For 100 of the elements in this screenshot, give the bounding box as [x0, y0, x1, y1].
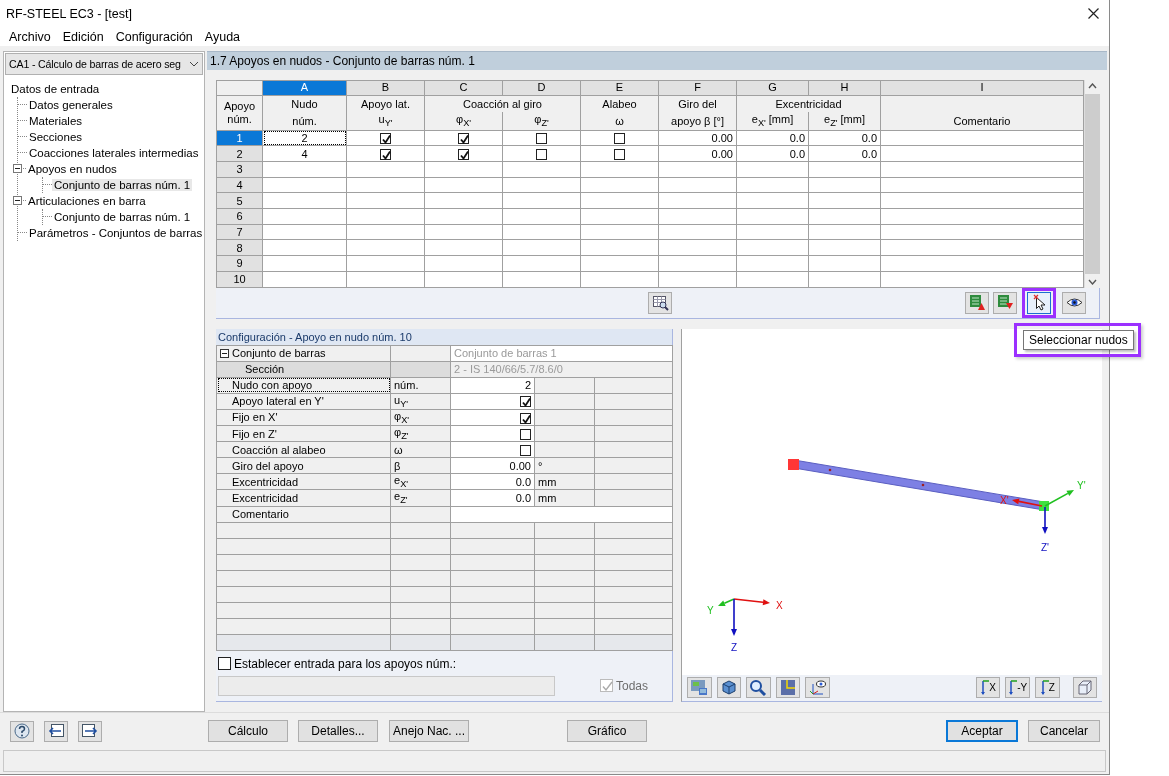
menu-item[interactable]: Ayuda [198, 29, 247, 44]
window-left-arrow-icon [47, 723, 65, 740]
column-header[interactable]: B [346, 80, 425, 96]
checkbox[interactable] [520, 444, 531, 456]
case-dropdown[interactable]: CA1 - Cálculo de barras de acero seg [5, 52, 203, 75]
property-value: Conjunto de barras 1 [450, 345, 673, 362]
column-header: núm. [262, 112, 347, 131]
checkbox[interactable] [520, 428, 531, 440]
panel-title: Configuración - Apoyo en nudo núm. 10 [216, 328, 672, 345]
checkbox[interactable] [536, 133, 547, 145]
chevron-up-icon [1088, 82, 1097, 89]
axis-label: Y' [1077, 479, 1086, 491]
checkbox[interactable] [458, 149, 469, 160]
icon-button[interactable] [10, 720, 34, 742]
dialog-button[interactable]: Cálculo [208, 720, 288, 743]
tree-item[interactable]: Materiales [27, 114, 85, 127]
display-settings-icon [690, 679, 709, 697]
toolbar-button[interactable] [716, 677, 742, 699]
chevron-down-icon [189, 60, 199, 67]
column-header[interactable]: I [880, 80, 1084, 96]
tree-item[interactable]: Datos de entrada [9, 82, 102, 95]
checkbox[interactable] [458, 133, 469, 145]
checkbox-label: Todas [616, 678, 649, 693]
column-header: Comentario [880, 112, 1084, 131]
column-header[interactable]: F [658, 80, 737, 96]
panel-icon [778, 679, 797, 697]
window-right-arrow-icon [81, 723, 99, 740]
tree-item[interactable]: Conjunto de barras núm. 1 [52, 178, 193, 191]
zoom-icon [749, 679, 768, 697]
section-header: 1.7 Apoyos en nudos - Conjunto de barras núm. 1 [207, 50, 1107, 70]
dialog-button[interactable]: Aceptar [946, 720, 1018, 743]
property-label: Conjunto de barras [232, 347, 326, 360]
view-button[interactable]: -Y [1005, 677, 1030, 699]
column-header[interactable]: C [424, 80, 503, 96]
column-header[interactable]: H [808, 80, 881, 96]
checkbox[interactable] [520, 412, 531, 424]
toolbar-button[interactable] [648, 291, 672, 314]
checkbox[interactable] [380, 133, 391, 145]
spreadsheet-arrow-icon [996, 294, 1014, 312]
view-button[interactable]: Z [1034, 677, 1060, 699]
column-header: φ$_{Z'}$ [502, 112, 581, 131]
tree-item[interactable]: Articulaciones en barra [26, 194, 148, 207]
axis-label: X' [1000, 494, 1009, 506]
checkbox[interactable] [380, 149, 391, 160]
checkbox[interactable] [218, 657, 231, 670]
scrollbar[interactable] [1084, 79, 1100, 288]
support-marker [788, 458, 799, 470]
dialog-button[interactable]: Gráfico [567, 720, 647, 743]
icon-button[interactable] [44, 720, 68, 742]
view-button[interactable]: X [975, 677, 1001, 699]
collapse-icon[interactable] [220, 348, 229, 358]
tooltip: Seleccionar nudos [1023, 329, 1134, 350]
checkbox[interactable] [614, 149, 625, 160]
dialog-button[interactable]: Cancelar [1028, 720, 1100, 743]
tree-item[interactable]: Datos generales [27, 98, 115, 111]
collapse-icon[interactable] [13, 196, 22, 206]
axis-label: X [776, 599, 783, 611]
table-search-icon [651, 294, 669, 312]
column-header: u$_{Y'}$ [346, 112, 425, 131]
checkbox[interactable] [614, 133, 625, 145]
help-icon [13, 722, 31, 741]
tree-item[interactable]: Coacciones laterales intermedias [27, 146, 201, 159]
tree-item[interactable]: Conjunto de barras núm. 1 [52, 210, 193, 223]
checkbox[interactable] [536, 149, 547, 160]
tree-item[interactable]: Secciones [27, 130, 85, 143]
axes-icon [980, 679, 990, 697]
box-icon [719, 679, 738, 697]
column-header: e$_{Z'}$ [mm] [808, 112, 881, 131]
cube-icon [1075, 679, 1094, 697]
column-header: ω [580, 112, 659, 131]
tree-item[interactable]: Parámetros - Conjuntos de barras [27, 226, 205, 239]
column-header[interactable]: A [262, 80, 347, 96]
axis-label: Z' [1041, 541, 1050, 553]
checkbox[interactable] [520, 396, 531, 408]
chevron-down-icon [1088, 278, 1097, 285]
view-button[interactable] [1072, 677, 1098, 699]
collapse-icon[interactable] [13, 164, 22, 174]
dialog-button[interactable]: Detalles... [298, 720, 378, 743]
column-header: Apoyo núm. [216, 95, 263, 131]
close-icon [1088, 8, 1099, 20]
column-header[interactable]: E [580, 80, 659, 96]
row-header[interactable]: 1 [216, 130, 263, 146]
menu-item[interactable]: Edición [56, 29, 110, 44]
dialog-button[interactable]: Anejo Nac. ... [389, 720, 469, 743]
menu-item[interactable]: Configuración [109, 29, 199, 44]
toolbar-button[interactable] [1062, 291, 1086, 314]
toolbar-button[interactable] [746, 677, 771, 699]
icon-button[interactable] [78, 720, 102, 742]
column-header: e$_{X'}$ [mm] [736, 112, 809, 131]
axis-label: Z [731, 641, 738, 653]
axes-icon [1039, 679, 1049, 697]
column-header: φ$_{X'}$ [424, 112, 503, 131]
axis-label: Y [707, 604, 714, 616]
spreadsheet-warning-icon [968, 294, 986, 312]
axes-eye-icon [808, 679, 827, 697]
column-header[interactable]: D [502, 80, 581, 96]
column-header[interactable]: G [736, 80, 809, 96]
tree-item[interactable]: Apoyos en nudos [26, 162, 119, 175]
menu-item[interactable]: Archivo [3, 29, 57, 44]
axes-icon [1008, 679, 1018, 697]
